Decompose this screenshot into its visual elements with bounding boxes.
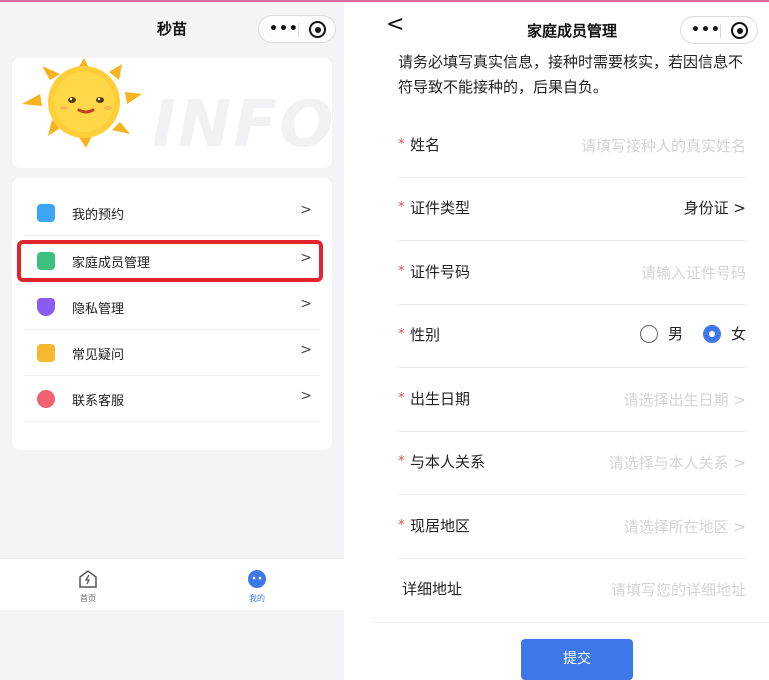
- menu-card: 我的预约 > 家庭成员管理 > 隐私管理 > 常见疑问 > 联系客服 >: [12, 178, 332, 450]
- mini-program-close-icon[interactable]: [731, 22, 748, 39]
- chevron-right-icon: >: [300, 202, 312, 218]
- field-label: 姓名: [410, 136, 441, 154]
- required-mark: *: [398, 327, 405, 342]
- highlight-box: [17, 240, 323, 282]
- relation-field[interactable]: * 与本人关系 请选择与本人关系 >: [398, 432, 746, 495]
- required-mark: *: [398, 454, 405, 469]
- capsule-divider: [720, 24, 721, 38]
- menu-item-label: 联系客服: [72, 394, 125, 409]
- birth-date-picker[interactable]: 请选择出生日期 >: [624, 389, 746, 410]
- privacy-shield-icon: [37, 298, 55, 316]
- id-type-select[interactable]: 身份证 >: [684, 197, 746, 218]
- name-input[interactable]: 请填写接种人的真实姓名: [581, 135, 746, 156]
- menu-item-customer-service[interactable]: 联系客服 >: [24, 376, 320, 422]
- field-label: 与本人关系: [410, 453, 486, 471]
- address-input[interactable]: 请填写您的详细地址: [611, 579, 746, 600]
- region-picker[interactable]: 请选择所在地区 >: [624, 516, 746, 537]
- birth-date-field[interactable]: * 出生日期 请选择出生日期 >: [398, 369, 746, 432]
- chevron-right-icon: >: [300, 296, 312, 312]
- id-number-field[interactable]: * 证件号码 请输入证件号码: [398, 242, 746, 305]
- submit-button[interactable]: 提交: [521, 639, 633, 680]
- field-label: 性别: [410, 326, 441, 344]
- capsule-divider: [298, 23, 299, 37]
- more-dots-icon[interactable]: •••: [269, 21, 299, 37]
- required-mark: *: [398, 200, 405, 215]
- tab-label: 首页: [80, 594, 96, 603]
- gender-field: * 性别 男 女: [398, 305, 746, 368]
- profile-page: 秒苗 ••• INFO 我的预约 > 家庭成员管理 > 隐私管理 > 常见疑问 …: [0, 2, 344, 680]
- field-label: 出生日期: [410, 390, 471, 408]
- info-banner: INFO: [12, 58, 332, 168]
- family-member-form-page: < 家庭成员管理 ••• 请务必填写真实信息，接种时需要核实，若因信息不符导致不…: [372, 2, 769, 680]
- mini-program-capsule: •••: [258, 15, 336, 43]
- divider: [372, 622, 769, 623]
- required-mark: *: [398, 264, 405, 279]
- field-label: 证件号码: [410, 263, 471, 281]
- tab-bar: 首页 我的: [0, 558, 344, 610]
- menu-item-appointments[interactable]: 我的预约 >: [24, 190, 320, 236]
- menu-item-label: 我的预约: [72, 208, 125, 223]
- back-arrow-icon[interactable]: <: [386, 12, 404, 37]
- menu-item-label: 隐私管理: [72, 302, 125, 317]
- field-label: 详细地址: [402, 580, 463, 598]
- name-field[interactable]: * 姓名 请填写接种人的真实姓名: [398, 115, 746, 178]
- radio-unchecked-icon: [640, 325, 658, 343]
- tab-label: 我的: [249, 594, 265, 603]
- chevron-right-icon: >: [300, 342, 312, 358]
- menu-item-privacy[interactable]: 隐私管理 >: [24, 284, 320, 330]
- radio-label: 男: [668, 325, 684, 343]
- nav-bar: < 家庭成员管理 •••: [372, 2, 769, 48]
- sun-mascot-icon: [22, 58, 142, 148]
- region-field[interactable]: * 现居地区 请选择所在地区 >: [398, 496, 746, 559]
- gender-radio-female[interactable]: 女: [703, 323, 749, 345]
- required-mark: *: [398, 137, 405, 152]
- field-label: 证件类型: [410, 199, 471, 217]
- banner-watermark: INFO: [152, 88, 332, 162]
- gender-radio-male[interactable]: 男: [640, 323, 690, 345]
- appointment-icon: [37, 204, 55, 222]
- menu-item-label: 常见疑问: [72, 348, 125, 363]
- mini-program-close-icon[interactable]: [309, 21, 326, 38]
- nav-bar: 秒苗 •••: [0, 2, 344, 54]
- faq-icon: [37, 344, 55, 362]
- tab-home[interactable]: 首页: [58, 565, 118, 609]
- relation-picker[interactable]: 请选择与本人关系 >: [609, 452, 746, 473]
- radio-label: 女: [731, 325, 747, 343]
- id-type-field[interactable]: * 证件类型 身份证 >: [398, 178, 746, 241]
- more-dots-icon[interactable]: •••: [691, 22, 721, 38]
- chevron-right-icon: >: [300, 388, 312, 404]
- page-title: 家庭成员管理: [526, 22, 617, 40]
- address-field[interactable]: 详细地址 请填写您的详细地址: [398, 559, 746, 622]
- home-icon: [79, 570, 97, 588]
- tab-profile[interactable]: 我的: [227, 565, 287, 609]
- profile-icon: [248, 570, 266, 588]
- required-mark: *: [398, 391, 405, 406]
- menu-item-faq[interactable]: 常见疑问 >: [24, 330, 320, 376]
- id-number-input[interactable]: 请输入证件号码: [641, 262, 746, 283]
- notice-text: 请务必填写真实信息，接种时需要核实，若因信息不符导致不能接种的，后果自负。: [398, 53, 744, 96]
- required-mark: *: [398, 518, 405, 533]
- mini-program-capsule: •••: [680, 16, 758, 44]
- customer-service-icon: [37, 390, 55, 408]
- radio-checked-icon: [703, 325, 721, 343]
- field-label: 现居地区: [410, 517, 471, 535]
